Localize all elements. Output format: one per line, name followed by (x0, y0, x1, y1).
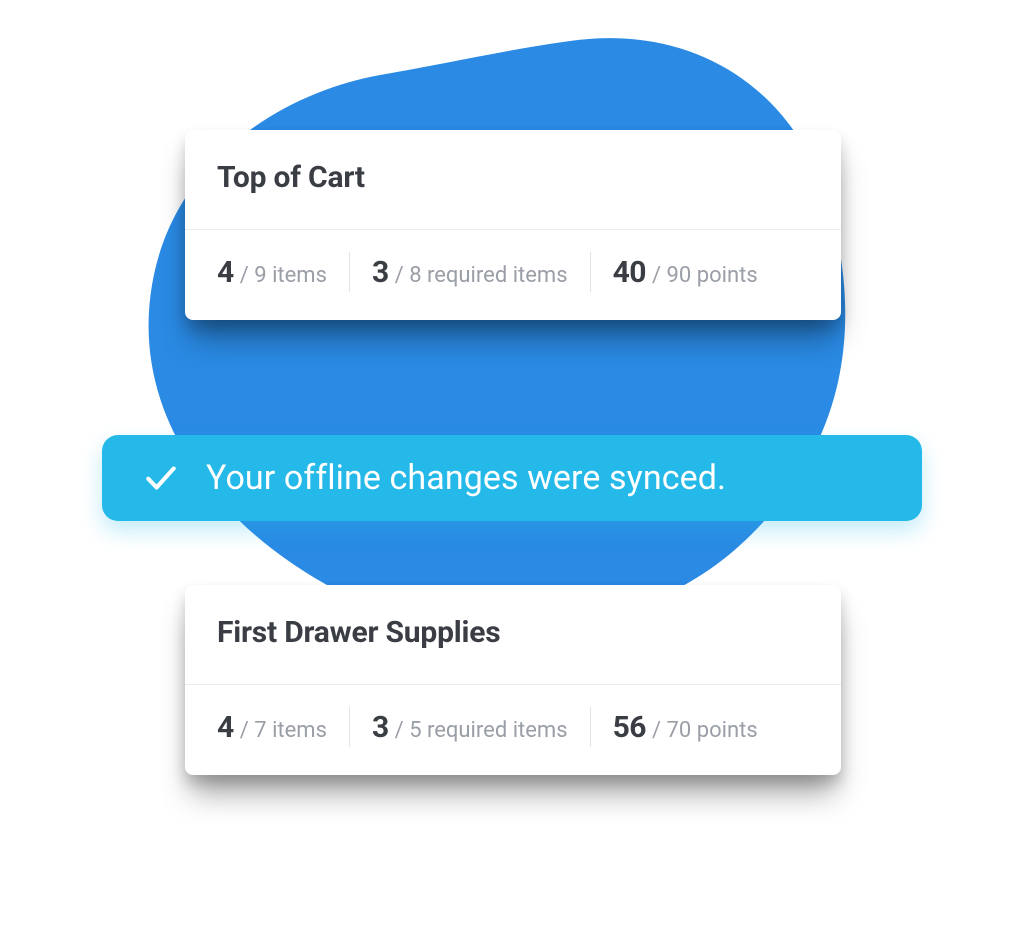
sync-toast-message: Your offline changes were synced. (206, 458, 726, 498)
stat-items-value: 4 (217, 255, 234, 290)
stat-items: 4 / 9 items (217, 255, 327, 290)
stat-items-value: 4 (217, 710, 234, 745)
stat-divider (349, 252, 350, 292)
check-icon (142, 459, 180, 497)
card-title: Top of Cart (217, 160, 809, 195)
summary-card[interactable]: Top of Cart 4 / 9 items 3 / 8 required i… (185, 130, 841, 320)
stat-required-label: / 8 required items (395, 263, 568, 288)
stat-required-value: 3 (372, 255, 389, 290)
stat-required: 3 / 5 required items (372, 710, 568, 745)
stat-required-value: 3 (372, 710, 389, 745)
stat-divider (590, 707, 591, 747)
card-stats-row: 4 / 7 items 3 / 5 required items 56 / 70… (185, 685, 841, 775)
stat-points-value: 40 (613, 255, 646, 290)
stat-divider (349, 707, 350, 747)
stat-points-label: / 90 points (652, 263, 758, 288)
summary-card[interactable]: First Drawer Supplies 4 / 7 items 3 / 5 … (185, 585, 841, 775)
stat-points: 40 / 90 points (613, 255, 758, 290)
stat-items-label: / 9 items (240, 263, 327, 288)
card-title: First Drawer Supplies (217, 615, 809, 650)
stat-items: 4 / 7 items (217, 710, 327, 745)
sync-toast: Your offline changes were synced. (102, 435, 922, 521)
stat-items-label: / 7 items (240, 718, 327, 743)
stat-points: 56 / 70 points (613, 710, 758, 745)
stat-divider (590, 252, 591, 292)
card-header: First Drawer Supplies (185, 585, 841, 685)
stat-points-value: 56 (613, 710, 646, 745)
stat-points-label: / 70 points (652, 718, 758, 743)
card-header: Top of Cart (185, 130, 841, 230)
card-stats-row: 4 / 9 items 3 / 8 required items 40 / 90… (185, 230, 841, 320)
stat-required: 3 / 8 required items (372, 255, 568, 290)
stat-required-label: / 5 required items (395, 718, 568, 743)
